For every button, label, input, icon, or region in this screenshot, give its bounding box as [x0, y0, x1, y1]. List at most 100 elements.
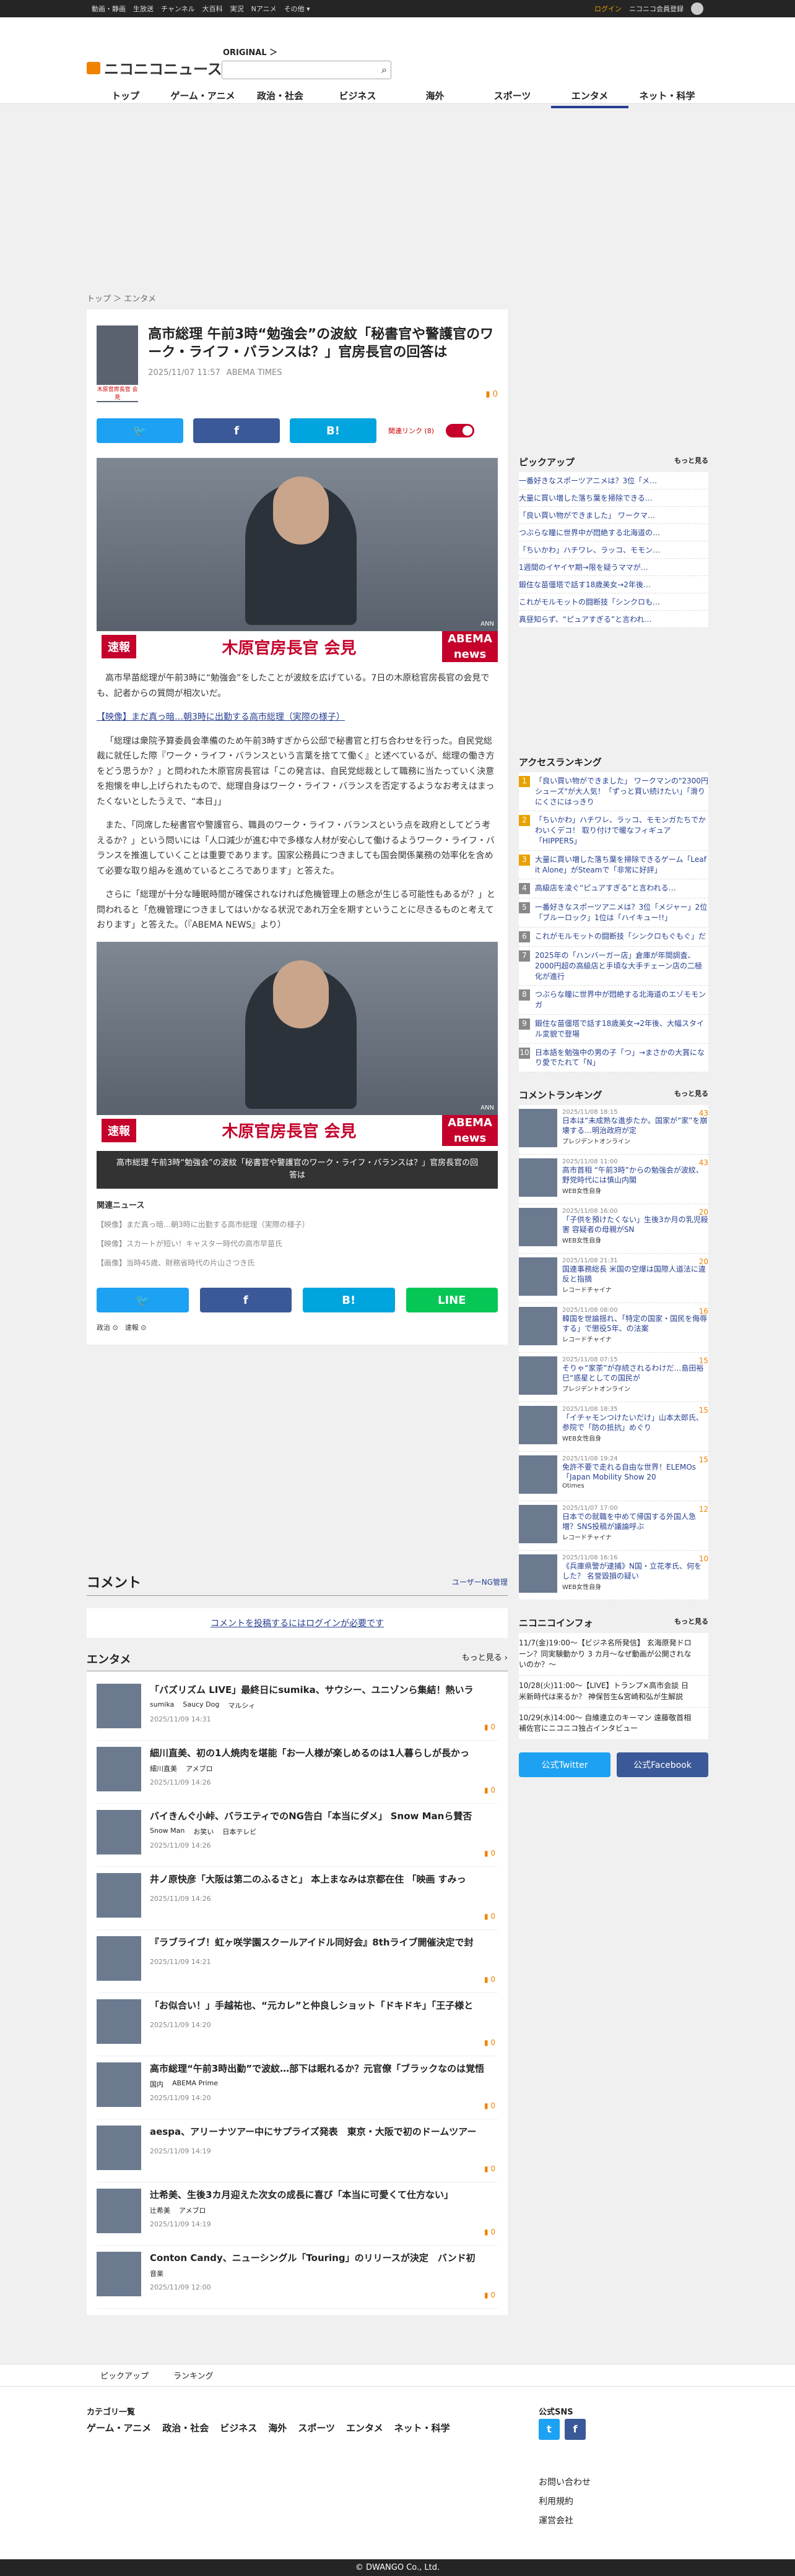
- entame-tag[interactable]: Saucy Dog: [183, 1700, 219, 1710]
- service-link[interactable]: Nアニメ: [251, 4, 277, 14]
- entame-item[interactable]: Conton Candy、ニューシングル「Touring」のリリースが決定 バン…: [97, 2246, 498, 2309]
- entame-item-title[interactable]: 「お似合い！」手越祐也、“元カレ”と仲良しショット「ドキドキ」「王子様と: [150, 1999, 497, 2012]
- comment-ranking-item[interactable]: 2025/11/08 16:00 「子供を預けたくない」生後3か月の乳児殺害 容疑…: [519, 1204, 708, 1254]
- comment-ranking-item[interactable]: 2025/11/08 18:15 日本は“未成熟な進歩たか。国家が“家”を崩壊する…: [519, 1105, 708, 1155]
- pickup-item[interactable]: 一番好きなスポーツアニメは？3位「メ…: [519, 472, 708, 489]
- access-ranking-item[interactable]: 2 「ちいかわ」ハチワレ、ラッコ、モモンガたちでかわいくデコ！ 取り付けで暖なフィ…: [519, 811, 708, 851]
- footer-category[interactable]: エンタメ: [346, 2421, 383, 2434]
- nav-tab-business[interactable]: ビジネス: [319, 89, 396, 108]
- entame-item-title[interactable]: 「バズリズム LIVE」最終日にsumika、サウシー、ユニゾンら集結！熱いラ: [150, 1684, 497, 1697]
- entame-item-title[interactable]: 井ノ原快彦「大阪は第二のふるさと」 本上まなみは京都在住 「映画 すみっ: [150, 1873, 497, 1886]
- hatena-share-button[interactable]: B!: [303, 1288, 395, 1313]
- login-link[interactable]: ログイン: [594, 4, 622, 14]
- entame-item-title[interactable]: aespa、アリーナツアー中にサプライズ発表 東京・大阪で初のドームツアー: [150, 2126, 497, 2139]
- entame-item-title[interactable]: バイきんぐ小峠、バラエティでのNG告白「本当にダメ」 Snow Manら賛否: [150, 1810, 497, 1823]
- official-twitter-button[interactable]: 公式Twitter: [519, 1752, 610, 1777]
- nav-tab-entertainment[interactable]: エンタメ: [551, 89, 628, 108]
- entame-item[interactable]: 「バズリズム LIVE」最終日にsumika、サウシー、ユニゾンら集結！熱いラ s…: [97, 1678, 498, 1741]
- entame-more-link[interactable]: もっと見る ›: [462, 1651, 508, 1667]
- line-share-button[interactable]: LINE: [406, 1288, 498, 1313]
- footer-category[interactable]: ゲーム・アニメ: [87, 2421, 151, 2434]
- entame-item[interactable]: 『ラブライブ！虹ヶ咲学園スクールアイドル同好会』8thライブ開催決定で封 2025…: [97, 1930, 498, 1993]
- comment-ranking-item[interactable]: 2025/11/08 21:31 国連事務総長 米国の空爆は国際人道法に違反と指摘…: [519, 1254, 708, 1304]
- twitter-icon[interactable]: t: [539, 2419, 560, 2440]
- access-ranking-item[interactable]: 10 日本語を勉強中の男の子「つ」→まさかの大賞になり愛でたれて「N」: [519, 1044, 708, 1073]
- pickup-item[interactable]: 「ちいかわ」ハチワレ、ラッコ、モモン…: [519, 541, 708, 559]
- access-ranking-item[interactable]: 8 つぶらな瞳に世界中が悶絶する北海道のエゾモモンガ: [519, 986, 708, 1015]
- entame-item[interactable]: 井ノ原快彦「大阪は第二のふるさと」 本上まなみは京都在住 「映画 すみっ 2025…: [97, 1867, 498, 1930]
- access-ranking-title[interactable]: これがモルモットの闘断技「シンクロもぐもぐ」だ: [535, 931, 706, 942]
- comment-ranking-item[interactable]: 2025/11/08 08:00 韓国を世論揺れ、「特定の国家・国民を侮辱する」で…: [519, 1303, 708, 1353]
- comment-ranking-item[interactable]: 2025/11/08 11:00 高市首相 “午前3時”からの勉強会が波紋、野党時…: [519, 1155, 708, 1205]
- comment-ranking-title[interactable]: 「イチャモンつけたいだけ」山本太郎氏、参院で「防の抵抗」めぐり: [562, 1413, 708, 1432]
- terms-link[interactable]: 利用規約: [539, 2492, 591, 2512]
- access-ranking-title[interactable]: 「良い買い物ができました」 ワークマンの"2300円シューズ"が大人気！「ずっと…: [535, 776, 708, 807]
- comment-ranking-title[interactable]: 日本での就職を中めて帰国する外国人急増？SNS投稿が議論呼ぶ: [562, 1512, 708, 1531]
- site-logo[interactable]: ニコニコニュース: [87, 57, 222, 79]
- access-ranking-item[interactable]: 6 これがモルモットの闘断技「シンクロもぐもぐ」だ: [519, 928, 708, 947]
- twitter-share-button[interactable]: 🐦: [97, 1288, 189, 1313]
- access-ranking-title[interactable]: 一番好きなスポーツアニメは？3位「メジャー」2位「ブルーロック」1位は「ハイキュ…: [535, 902, 708, 923]
- tag[interactable]: 速報: [125, 1324, 139, 1332]
- footer-category[interactable]: 海外: [268, 2421, 287, 2434]
- nav-tab-sports[interactable]: スポーツ: [474, 89, 551, 108]
- service-link[interactable]: チャンネル: [161, 4, 195, 14]
- related-news-item[interactable]: 【映像】まだ真っ暗…朝3時に出勤する高市総理（実際の様子）: [97, 1219, 498, 1230]
- pickup-item[interactable]: 真昼知らず、“ピュアすぎる”と言われ…: [519, 611, 708, 628]
- pickup-item[interactable]: 大量に買い増した落ち葉を掃除できる…: [519, 489, 708, 507]
- comment-ranking-item[interactable]: 2025/11/08 07:15 そりゃ“家茶”が存続されるわけだ…島田裕巳“惑星…: [519, 1353, 708, 1403]
- company-link[interactable]: 運営会社: [539, 2512, 591, 2531]
- entame-tag[interactable]: Snow Man: [150, 1827, 185, 1837]
- entame-tag[interactable]: 日本テレビ: [222, 1827, 256, 1837]
- footer-ranking-link[interactable]: ランキング: [173, 2369, 214, 2381]
- access-ranking-item[interactable]: 9 鍛住な苗僵塔で話す18歳美女→2年後、大幅スタイル変貌で登場: [519, 1015, 708, 1044]
- facebook-share-button[interactable]: f: [199, 1288, 292, 1313]
- pickup-item[interactable]: 鍛住な苗僵塔で話す18歳美女→2年後…: [519, 576, 708, 593]
- footer-pickup-link[interactable]: ピックアップ: [100, 2369, 149, 2381]
- facebook-icon[interactable]: f: [565, 2419, 586, 2440]
- comment-ranking-item[interactable]: 2025/11/07 17:00 日本での就職を中めて帰国する外国人急増？SNS投…: [519, 1501, 708, 1551]
- premium-link[interactable]: ニコニコ会員登録: [629, 4, 684, 14]
- entame-item[interactable]: 「お似合い！」手越祐也、“元カレ”と仲良しショット「ドキドキ」「王子様と 2025…: [97, 1993, 498, 2056]
- comment-ranking-title[interactable]: 高市首相 “午前3時”からの勉強会が波紋、野党時代には慎山内閣: [562, 1165, 708, 1185]
- comment-ranking-more-link[interactable]: もっと見る: [674, 1088, 708, 1101]
- pickup-item[interactable]: これがモルモットの闘断技「シンクロも…: [519, 593, 708, 611]
- comment-login-link[interactable]: コメントを投稿するにはログインが必要です: [87, 1608, 508, 1638]
- original-link[interactable]: ORIGINAL ＞: [223, 46, 277, 58]
- comment-ranking-title[interactable]: 「子供を預けたくない」生後3か月の乳児殺害 容疑者の母親がSN: [562, 1215, 708, 1234]
- access-ranking-title[interactable]: 鍛住な苗僵塔で話す18歳美女→2年後、大幅スタイル変貌で登場: [535, 1019, 708, 1040]
- comment-ranking-title[interactable]: そりゃ“家茶”が存続されるわけだ…島田裕巳“惑星としての国民が: [562, 1363, 708, 1383]
- comment-ranking-title[interactable]: 国連事務総長 米国の空爆は国際人道法に違反と指摘: [562, 1264, 708, 1284]
- comment-ranking-title[interactable]: 免許不要で走れる自由な世界！ELEMOs「Japan Mobility Show…: [562, 1462, 708, 1482]
- info-item[interactable]: 10/29(水)14:00〜 自維連立のキーマン 遠藤敬首相補佐官にニコニコ独占…: [519, 1708, 708, 1740]
- entame-item-title[interactable]: 『ラブライブ！虹ヶ咲学園スクールアイドル同好会』8thライブ開催決定で封: [150, 1936, 497, 1949]
- entame-tag[interactable]: アメブロ: [186, 1764, 212, 1773]
- related-news-item[interactable]: 【画像】当時45歳、財務省時代の片山さつき氏: [97, 1257, 498, 1268]
- access-ranking-title[interactable]: つぶらな瞳に世界中が悶絶する北海道のエゾモモンガ: [535, 989, 708, 1010]
- info-item[interactable]: 10/28(火)11:00〜【LIVE】トランプ×高市会談 日米新時代は来るか？…: [519, 1676, 708, 1708]
- footer-category[interactable]: スポーツ: [298, 2421, 335, 2434]
- breadcrumb[interactable]: トップ ＞ エンタメ: [87, 292, 156, 304]
- nav-tab-game-anime[interactable]: ゲーム・アニメ: [164, 89, 241, 108]
- hatena-share-button[interactable]: B!: [290, 418, 376, 443]
- access-ranking-title[interactable]: 高級店を凌ぐ“ピュアすぎる”と言われる…: [535, 883, 676, 894]
- access-ranking-title[interactable]: 2025年の「ハンバーガー店」倉庫が年間調査、2000円超の高級店と手頃な大手チ…: [535, 950, 708, 981]
- entame-tag[interactable]: ABEMA Prime: [172, 2079, 218, 2089]
- comment-ranking-item[interactable]: 2025/11/08 16:16 《兵庫県警が逮捕》N国・立花孝氏、何をした？ 名…: [519, 1551, 708, 1601]
- access-ranking-title[interactable]: 大量に買い増した落ち葉を掃除できるゲーム「Leaf it Alone」がStea…: [535, 855, 708, 876]
- footer-category[interactable]: 政治・社会: [162, 2421, 209, 2434]
- comment-ranking-item[interactable]: 2025/11/08 19:24 免許不要で走れる自由な世界！ELEMOs「Jap…: [519, 1452, 708, 1502]
- pickup-more-link[interactable]: もっと見る: [674, 455, 708, 468]
- comment-ranking-title[interactable]: 日本は“未成熟な進歩たか。国家が“家”を崩壊する…明治政府が定: [562, 1116, 708, 1135]
- entame-item[interactable]: 高市総理“午前3時出勤”で波紋…部下は眠れるか？元官僚「ブラックなのは覚悟 国内 A…: [97, 2056, 498, 2119]
- info-more-link[interactable]: もっと見る: [674, 1616, 708, 1629]
- entame-item-title[interactable]: 辻希美、生後3カ月迎えた次女の成長に喜び「本当に可愛くて仕方ない」: [150, 2189, 497, 2202]
- access-ranking-title[interactable]: 日本語を勉強中の男の子「つ」→まさかの大賞になり愛でたれて「N」: [535, 1048, 708, 1069]
- nav-tab-world[interactable]: 海外: [396, 89, 474, 108]
- entame-item[interactable]: aespa、アリーナツアー中にサプライズ発表 東京・大阪で初のドームツアー 202…: [97, 2119, 498, 2182]
- pickup-item[interactable]: 1週間のイヤイヤ期→限を疑うママが…: [519, 559, 708, 576]
- article-source[interactable]: ABEMA TIMES: [227, 368, 282, 377]
- entame-item[interactable]: 辻希美、生後3カ月迎えた次女の成長に喜び「本当に可愛くて仕方ない」 辻希美 アメブロ…: [97, 2182, 498, 2246]
- ng-settings-link[interactable]: ユーザーNG管理: [452, 1577, 508, 1587]
- service-link[interactable]: 動画・静画: [92, 4, 126, 14]
